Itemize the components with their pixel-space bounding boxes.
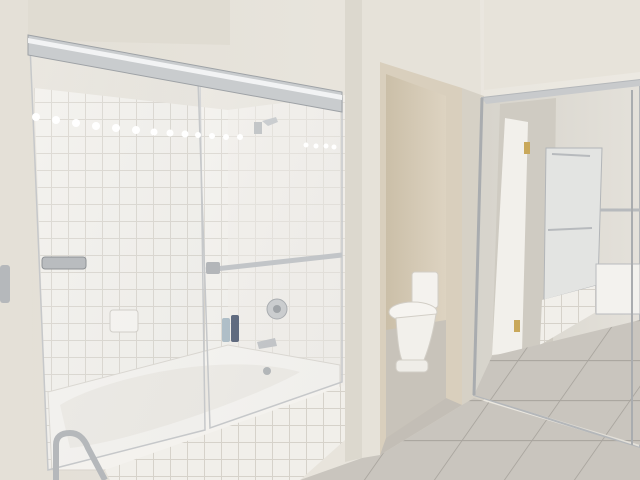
tub-soffit bbox=[28, 0, 230, 45]
reflection-towel-rack bbox=[595, 263, 640, 315]
bathroom-photo bbox=[0, 0, 640, 480]
door-handle-icon[interactable] bbox=[41, 256, 87, 270]
door-hinge bbox=[0, 265, 10, 303]
hinge-icon bbox=[524, 142, 530, 154]
left-wall bbox=[0, 0, 34, 480]
bathroom-scene bbox=[0, 0, 640, 480]
partition-wall bbox=[345, 0, 362, 462]
reflection-shower bbox=[543, 147, 603, 301]
shower-glass-door-right[interactable] bbox=[197, 79, 343, 430]
